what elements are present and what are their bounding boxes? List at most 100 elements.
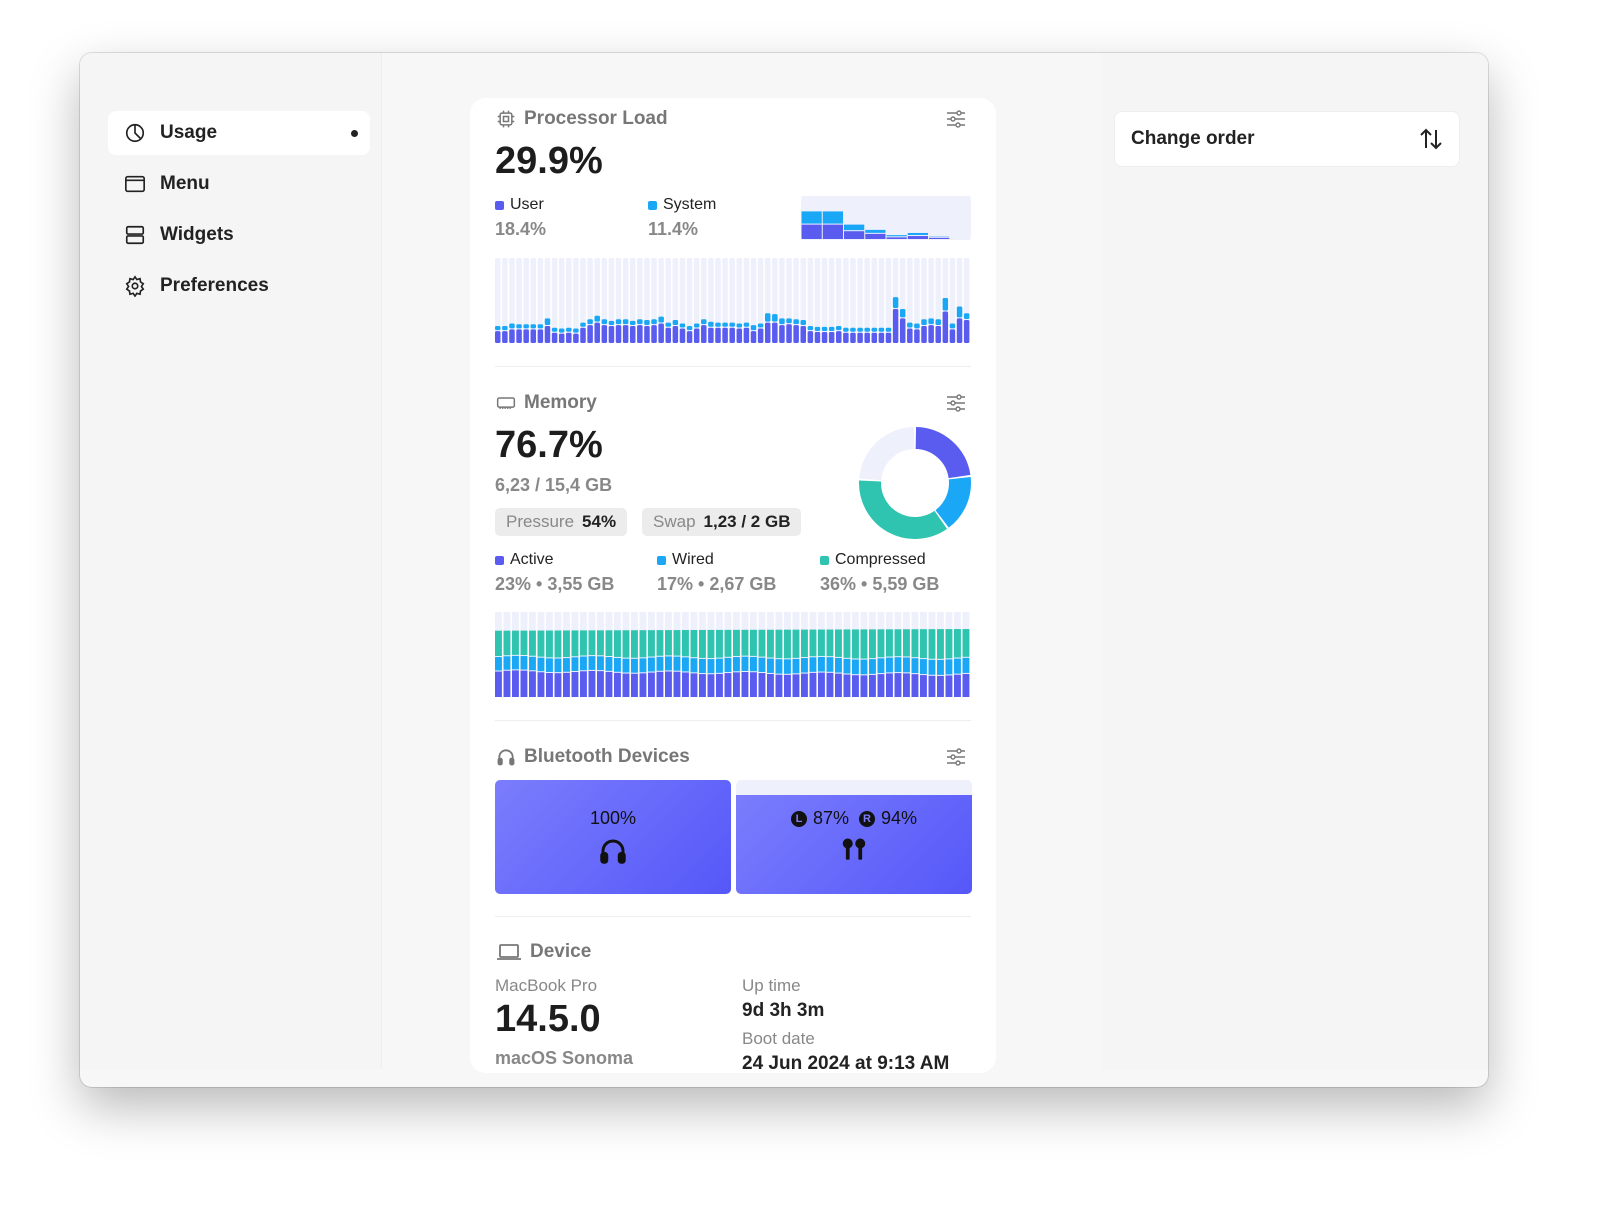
cpu-system-bar [594,315,600,322]
core-bar-track [950,196,971,240]
mem-active-bar [495,671,502,697]
mem-wired-bar [724,657,732,673]
cpu-user-bar [956,318,963,343]
cpu-user-bar [878,332,885,343]
left-level: 87% [812,808,849,828]
mem-compressed-bar [563,630,570,658]
mem-compressed-bar [767,629,774,658]
mem-compressed-bar [554,630,562,658]
mem-compressed-bar [580,630,587,656]
mem-wired-bar [860,659,868,675]
mem-wired-bar [563,658,570,672]
cpu-user-bar [558,333,565,343]
device-header: Device [496,941,591,963]
laptop-icon [497,944,521,960]
mem-compressed-bar [588,630,596,656]
sidebar-item-menu[interactable]: Menu [108,162,370,206]
cpu-user-bar [843,332,849,343]
mem-compressed-bar [682,630,689,657]
cpu-user-bar [921,326,927,343]
mem-active-bar [546,672,553,697]
cpu-user-bar [772,322,778,343]
cpu-system-bar [672,320,679,325]
mem-active-bar [699,674,706,697]
cpu-bar-track [495,258,501,343]
mem-wired-bar [894,657,902,673]
left-badge-icon: L [790,810,807,827]
mem-active-bar [503,670,511,697]
mem-compressed-bar [928,629,936,659]
mem-wired-bar [554,658,562,673]
cpu-icon [497,110,515,128]
cpu-system-bar [537,324,544,329]
mem-wired-bar [648,657,655,672]
compressed-value: 36% • 5,59 GB [820,574,940,594]
bluetooth-device-airpods[interactable]: L 87% R 94% [736,780,972,894]
cpu-user-bar [821,331,828,343]
cpu-system-bar [836,326,842,331]
cpu-user-bar [836,331,842,343]
mem-active-bar [529,671,536,697]
sidebar-item-preferences[interactable]: Preferences [108,264,370,308]
change-order-button[interactable]: Change order [1114,111,1460,167]
cpu-user-bar [871,332,878,343]
cpu-system-bar [729,322,735,327]
wired-value: 17% • 2,67 GB [657,574,777,594]
airpods-icon [842,838,866,860]
mem-wired-bar [750,656,757,672]
settings-sliders-icon[interactable] [946,394,966,412]
cpu-system-bar [878,327,885,332]
cpu-user-bar [736,328,743,343]
mem-wired-bar [741,656,749,671]
mem-wired-bar [512,655,519,670]
cpu-system-bar [871,327,878,332]
sidebar-item-usage[interactable]: Usage [108,111,370,155]
settings-sliders-icon[interactable] [946,748,966,766]
mem-active-bar [563,672,570,697]
core-bar-track [929,196,950,240]
mem-compressed-bar [792,629,800,658]
bluetooth-device-headphones[interactable]: 100% [495,780,731,894]
mem-wired-bar [588,656,596,670]
cpu-user-bar [551,332,558,343]
mem-wired-bar [716,658,723,673]
cpu-user-bar [850,332,856,343]
sidebar-item-widgets[interactable]: Widgets [108,213,370,257]
cpu-system-bar [864,327,870,332]
memory-chip-icon [496,397,516,409]
mem-compressed-bar [707,629,715,659]
cpu-system-bar [828,326,835,331]
cpu-system-bar [772,314,778,322]
mem-active-bar [588,670,596,697]
mem-wired-bar [622,658,630,673]
mem-compressed-bar [775,629,783,659]
cpu-user-bar [942,311,949,343]
settings-sliders-icon[interactable] [946,110,966,128]
cpu-system-bar [892,297,899,308]
gear-icon [125,275,145,297]
mem-active-bar [801,673,808,697]
cpu-user-bar [750,331,757,343]
mem-active-bar [886,673,893,697]
cpu-user-bar [523,329,529,343]
mem-wired-bar [809,657,817,672]
cpu-user-bar [580,327,586,343]
donut-slice-compressed [859,480,948,539]
mem-active-bar [784,674,791,697]
mem-active-bar [869,674,876,697]
mem-compressed-bar [784,629,791,659]
cpu-user-bar [899,318,906,343]
legend-user: User [495,196,544,214]
mem-compressed-bar [733,629,740,657]
mem-active-bar [928,675,936,697]
mem-active-bar [792,674,800,697]
divider [495,720,971,721]
cpu-user-bar [651,325,657,343]
os-version: 14.5.0 [495,998,601,1040]
cpu-user-bar [885,332,892,343]
core-user-bar [801,224,822,239]
mem-wired-bar [580,656,587,671]
cpu-user-bar [566,332,572,343]
mem-wired-bar [784,659,791,674]
section-title: Processor Load [524,108,668,129]
